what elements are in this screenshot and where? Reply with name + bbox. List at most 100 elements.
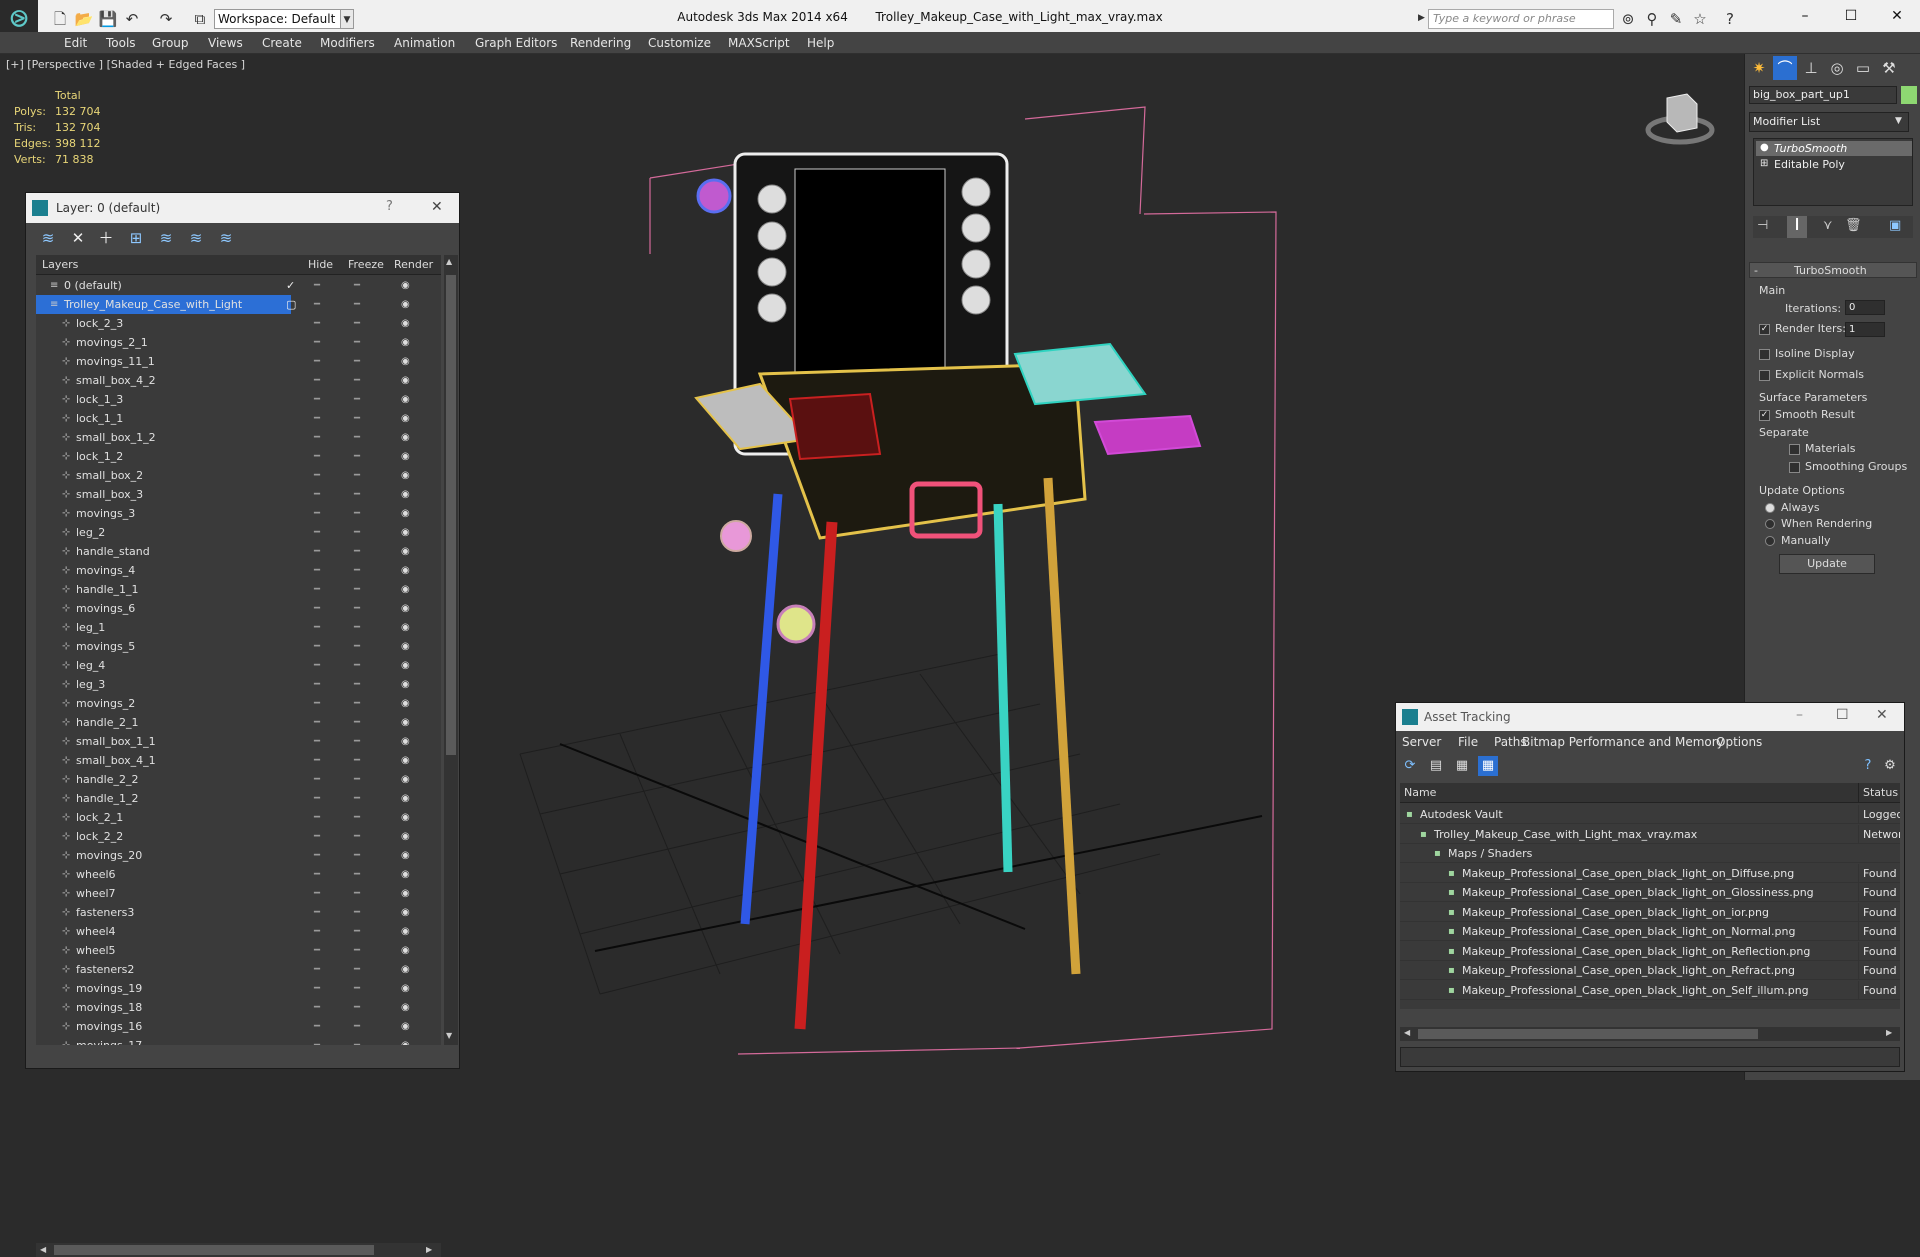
hide-toggle-icon[interactable]: ━ — [314, 713, 320, 732]
layer-row[interactable]: ≡ 0 (default) ✓ ━ ━ ◉ — [36, 276, 441, 295]
layer-row[interactable]: ≡ Trolley_Makeup_Case_with_Light ▢ ━ ━ ◉ — [36, 295, 441, 314]
render-toggle-icon[interactable]: ◉ — [401, 637, 410, 656]
render-toggle-icon[interactable]: ◉ — [401, 428, 410, 447]
chevron-down-icon[interactable]: ▼ — [340, 9, 354, 29]
scroll-down-icon[interactable]: ▼ — [446, 1031, 452, 1040]
menu-edit[interactable]: Edit — [56, 32, 95, 54]
hide-toggle-icon[interactable]: ━ — [314, 675, 320, 694]
header-layers[interactable]: Layers — [42, 255, 78, 275]
viewcube-icon[interactable] — [1645, 90, 1715, 150]
hide-toggle-icon[interactable]: ━ — [314, 694, 320, 713]
hide-toggle-icon[interactable]: ━ — [314, 808, 320, 827]
freeze-toggle-icon[interactable]: ━ — [354, 542, 360, 561]
freeze-toggle-icon[interactable]: ━ — [354, 428, 360, 447]
hide-toggle-icon[interactable]: ━ — [314, 941, 320, 960]
render-toggle-icon[interactable]: ◉ — [401, 485, 410, 504]
layer-row[interactable]: ⊹ movings_2_1 ━ ━ ◉ — [36, 333, 441, 352]
asset-horizontal-scrollbar[interactable]: ◀ ▶ — [1400, 1027, 1900, 1041]
layer-row[interactable]: ⊹ small_box_3 ━ ━ ◉ — [36, 485, 441, 504]
render-toggle-icon[interactable]: ◉ — [401, 998, 410, 1017]
display-tab-icon[interactable]: ▭ — [1851, 56, 1875, 80]
hide-toggle-icon[interactable]: ━ — [314, 523, 320, 542]
scroll-thumb[interactable] — [446, 275, 456, 755]
hide-toggle-icon[interactable]: ━ — [314, 846, 320, 865]
layer-row[interactable]: ⊹ handle_1_2 ━ ━ ◉ — [36, 789, 441, 808]
asset-row[interactable]: ▪ Makeup_Professional_Case_open_black_lig… — [1400, 980, 1900, 1000]
freeze-toggle-icon[interactable]: ━ — [354, 447, 360, 466]
scroll-up-icon[interactable]: ▲ — [446, 257, 452, 266]
project-folder-icon[interactable]: ⧉ — [190, 9, 210, 29]
make-unique-icon[interactable]: ⋎ — [1823, 218, 1833, 233]
freeze-toggle-icon[interactable]: ━ — [354, 314, 360, 333]
refresh-icon[interactable]: ⟳ — [1400, 756, 1420, 776]
asset-panel-title[interactable]: Asset Tracking — [1396, 703, 1904, 731]
layer-row[interactable]: ⊹ lock_1_1 ━ ━ ◉ — [36, 409, 441, 428]
layer-row[interactable]: ⊹ handle_2_1 ━ ━ ◉ — [36, 713, 441, 732]
redo-icon[interactable]: ↷ — [156, 9, 176, 29]
hide-toggle-icon[interactable]: ━ — [314, 447, 320, 466]
hide-toggle-icon[interactable]: ━ — [314, 466, 320, 485]
hide-toggle-icon[interactable]: ━ — [314, 352, 320, 371]
render-iters-spinner[interactable]: 1 — [1845, 322, 1885, 337]
render-toggle-icon[interactable]: ◉ — [401, 580, 410, 599]
hide-toggle-icon[interactable]: ━ — [314, 789, 320, 808]
layer-row[interactable]: ⊹ lock_2_1 ━ ━ ◉ — [36, 808, 441, 827]
expand-plus-icon[interactable]: ⊞ — [1760, 158, 1768, 169]
freeze-toggle-icon[interactable]: ━ — [354, 466, 360, 485]
render-toggle-icon[interactable]: ◉ — [401, 770, 410, 789]
materials-checkbox[interactable] — [1789, 444, 1800, 455]
render-toggle-icon[interactable]: ◉ — [401, 1036, 410, 1045]
turbosmooth-rollout-header[interactable]: - TurboSmooth — [1749, 262, 1917, 278]
layer-row[interactable]: ⊹ movings_20 ━ ━ ◉ — [36, 846, 441, 865]
freeze-toggle-icon[interactable]: ━ — [354, 333, 360, 352]
render-toggle-icon[interactable]: ◉ — [401, 561, 410, 580]
close-button[interactable]: ✕ — [1874, 0, 1920, 32]
layer-row[interactable]: ⊹ movings_11_1 ━ ━ ◉ — [36, 352, 441, 371]
render-toggle-icon[interactable]: ◉ — [401, 542, 410, 561]
hide-toggle-icon[interactable]: ━ — [314, 599, 320, 618]
hide-toggle-icon[interactable]: ━ — [314, 561, 320, 580]
render-toggle-icon[interactable]: ◉ — [401, 979, 410, 998]
hide-toggle-icon[interactable]: ━ — [314, 903, 320, 922]
freeze-toggle-icon[interactable]: ━ — [354, 808, 360, 827]
layer-row[interactable]: ⊹ lock_2_2 ━ ━ ◉ — [36, 827, 441, 846]
render-toggle-icon[interactable]: ◉ — [401, 865, 410, 884]
layer-row[interactable]: ⊹ movings_6 ━ ━ ◉ — [36, 599, 441, 618]
layer-row[interactable]: ⊹ handle_2_2 ━ ━ ◉ — [36, 770, 441, 789]
render-toggle-icon[interactable]: ◉ — [401, 960, 410, 979]
chevron-down-icon[interactable]: ▼ — [1895, 116, 1902, 126]
render-toggle-icon[interactable]: ◉ — [401, 352, 410, 371]
freeze-toggle-icon[interactable]: ━ — [354, 865, 360, 884]
hide-toggle-icon[interactable]: ━ — [314, 314, 320, 333]
add-selection-icon[interactable]: ▢ — [286, 295, 296, 314]
show-end-result-icon[interactable]: ❙ — [1787, 216, 1807, 238]
layer-row[interactable]: ⊹ lock_1_3 ━ ━ ◉ — [36, 390, 441, 409]
explicit-normals-checkbox[interactable] — [1759, 370, 1770, 381]
minimize-button[interactable]: – — [1782, 0, 1828, 32]
header-hide[interactable]: Hide — [308, 255, 333, 275]
freeze-toggle-icon[interactable]: ━ — [354, 732, 360, 751]
freeze-toggle-icon[interactable]: ━ — [354, 580, 360, 599]
menu-modifiers[interactable]: Modifiers — [312, 32, 383, 54]
search-input[interactable]: Type a keyword or phrase — [1428, 9, 1614, 29]
hide-toggle-icon[interactable]: ━ — [314, 542, 320, 561]
layer-row[interactable]: ⊹ movings_19 ━ ━ ◉ — [36, 979, 441, 998]
new-layer-icon[interactable]: ≋ — [36, 227, 60, 249]
asset-row[interactable]: ▪ Makeup_Professional_Case_open_black_lig… — [1400, 922, 1900, 941]
communication-icon[interactable]: ✎ — [1666, 9, 1686, 29]
hide-toggle-icon[interactable]: ━ — [314, 485, 320, 504]
modify-tab-icon[interactable]: ⌒ — [1773, 56, 1797, 80]
remove-modifier-icon[interactable]: 🗑 — [1845, 218, 1862, 233]
hide-toggle-icon[interactable]: ━ — [314, 827, 320, 846]
hide-toggle-icon[interactable]: ━ — [314, 504, 320, 523]
layer-row[interactable]: ⊹ movings_2 ━ ━ ◉ — [36, 694, 441, 713]
hide-toggle-icon[interactable]: ━ — [314, 580, 320, 599]
hierarchy-tab-icon[interactable]: ⊥ — [1799, 56, 1823, 80]
isoline-checkbox[interactable] — [1759, 349, 1770, 360]
always-radio[interactable] — [1765, 503, 1775, 513]
menu-animation[interactable]: Animation — [386, 32, 463, 54]
select-objects-icon[interactable]: ⊞ — [124, 227, 148, 249]
freeze-toggle-icon[interactable]: ━ — [354, 827, 360, 846]
render-toggle-icon[interactable]: ◉ — [401, 276, 410, 295]
render-toggle-icon[interactable]: ◉ — [401, 504, 410, 523]
